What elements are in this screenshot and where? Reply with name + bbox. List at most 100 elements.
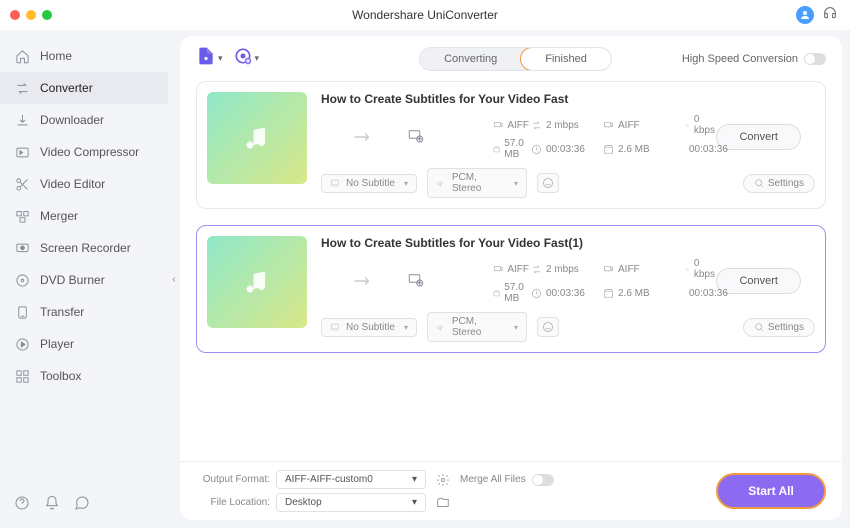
file-title: How to Create Subtitles for Your Video F… xyxy=(321,92,815,106)
sidebar-item-merger[interactable]: Merger xyxy=(0,200,168,232)
window-controls xyxy=(0,10,52,20)
src-size: 57.0 MB xyxy=(493,282,529,304)
settings-button[interactable]: Settings xyxy=(743,174,815,193)
bell-icon[interactable] xyxy=(44,495,60,516)
add-url-button[interactable]: ▾ xyxy=(233,46,260,71)
maximize-icon[interactable] xyxy=(42,10,52,20)
edit-output-icon[interactable] xyxy=(407,271,491,292)
tab-finished[interactable]: Finished xyxy=(520,47,612,71)
output-format-select[interactable]: AIFF-AIFF-custom0▾ xyxy=(276,470,426,489)
sidebar-item-downloader[interactable]: Downloader xyxy=(0,104,168,136)
file-card[interactable]: How to Create Subtitles for Your Video F… xyxy=(196,225,826,353)
sidebar-item-label: Toolbox xyxy=(40,369,81,383)
src-bitrate: 2 mbps xyxy=(531,264,601,275)
chevron-down-icon: ▾ xyxy=(514,179,518,188)
output-settings-icon[interactable] xyxy=(432,473,454,487)
dst-format: AIFF xyxy=(603,120,683,131)
chevron-down-icon: ▾ xyxy=(412,497,417,508)
home-icon xyxy=(14,48,30,64)
sidebar-item-transfer[interactable]: Transfer xyxy=(0,296,168,328)
sidebar-item-label: Downloader xyxy=(40,113,104,127)
grid-icon xyxy=(14,368,30,384)
sidebar-item-converter[interactable]: Converter xyxy=(0,72,168,104)
src-bitrate: 2 mbps xyxy=(531,120,601,131)
arrow-icon xyxy=(321,130,405,144)
effect-button[interactable] xyxy=(537,317,559,337)
dst-size: 2.6 MB xyxy=(603,144,683,155)
sidebar-item-recorder[interactable]: Screen Recorder xyxy=(0,232,168,264)
sidebar: Home Converter Downloader Video Compress… xyxy=(0,30,168,528)
chevron-down-icon: ▾ xyxy=(404,323,408,332)
dst-format: AIFF xyxy=(603,264,683,275)
output-format-label: Output Format: xyxy=(196,474,270,485)
download-icon xyxy=(14,112,30,128)
settings-button[interactable]: Settings xyxy=(743,318,815,337)
tab-converting[interactable]: Converting xyxy=(420,48,521,70)
help-icon[interactable] xyxy=(14,495,30,516)
high-speed-toggle[interactable] xyxy=(804,53,826,65)
file-location-label: File Location: xyxy=(196,497,270,508)
play-icon xyxy=(14,336,30,352)
sidebar-item-editor[interactable]: Video Editor xyxy=(0,168,168,200)
subtitle-select[interactable]: No Subtitle▾ xyxy=(321,174,417,193)
disc-icon xyxy=(14,272,30,288)
sidebar-item-player[interactable]: Player xyxy=(0,328,168,360)
dst-bitrate: 0 kbps xyxy=(685,258,715,280)
add-file-button[interactable]: ▾ xyxy=(196,46,223,71)
chevron-down-icon: ▾ xyxy=(514,323,518,332)
app-title: Wondershare UniConverter xyxy=(352,8,498,22)
support-icon[interactable] xyxy=(822,5,838,26)
collapse-sidebar-button[interactable]: ‹ xyxy=(168,30,180,528)
edit-output-icon[interactable] xyxy=(407,127,491,148)
arrow-icon xyxy=(321,274,405,288)
sidebar-item-label: DVD Burner xyxy=(40,273,105,287)
src-format: AIFF xyxy=(493,264,529,275)
sidebar-item-compressor[interactable]: Video Compressor xyxy=(0,136,168,168)
src-size: 57.0 MB xyxy=(493,138,529,160)
dst-duration: 00:03:36 xyxy=(685,288,715,299)
sidebar-item-label: Merger xyxy=(40,209,78,223)
music-icon xyxy=(243,124,271,152)
src-format: AIFF xyxy=(493,120,529,131)
minimize-icon[interactable] xyxy=(26,10,36,20)
convert-button[interactable]: Convert xyxy=(716,268,801,294)
audio-select[interactable]: PCM, Stereo▾ xyxy=(427,168,527,198)
sidebar-item-label: Home xyxy=(40,49,72,63)
compress-icon xyxy=(14,144,30,160)
convert-button[interactable]: Convert xyxy=(716,124,801,150)
subtitle-select[interactable]: No Subtitle▾ xyxy=(321,318,417,337)
footer: Output Format: AIFF-AIFF-custom0▾ Merge … xyxy=(180,461,842,520)
titlebar: Wondershare UniConverter xyxy=(0,0,850,30)
start-all-button[interactable]: Start All xyxy=(716,473,826,509)
thumbnail xyxy=(207,236,307,328)
merge-toggle[interactable] xyxy=(532,474,554,486)
status-segment: Converting Finished xyxy=(419,47,612,71)
record-icon xyxy=(14,240,30,256)
music-icon xyxy=(243,268,271,296)
chevron-down-icon: ▾ xyxy=(255,53,260,64)
merge-toggle-row: Merge All Files xyxy=(460,474,580,486)
feedback-icon[interactable] xyxy=(74,495,90,516)
close-icon[interactable] xyxy=(10,10,20,20)
open-folder-icon[interactable] xyxy=(432,496,454,510)
transfer-icon xyxy=(14,304,30,320)
audio-select[interactable]: PCM, Stereo▾ xyxy=(427,312,527,342)
chevron-down-icon: ▾ xyxy=(404,179,408,188)
sidebar-item-dvd[interactable]: DVD Burner xyxy=(0,264,168,296)
user-avatar-icon[interactable] xyxy=(796,6,814,24)
sidebar-item-label: Screen Recorder xyxy=(40,241,131,255)
sidebar-item-toolbox[interactable]: Toolbox xyxy=(0,360,168,392)
effect-button[interactable] xyxy=(537,173,559,193)
main-panel: ▾ ▾ Converting Finished High Speed Conve… xyxy=(180,36,842,520)
sidebar-item-label: Video Compressor xyxy=(40,145,139,159)
chevron-down-icon: ▾ xyxy=(412,474,417,485)
sidebar-item-home[interactable]: Home xyxy=(0,40,168,72)
file-card: How to Create Subtitles for Your Video F… xyxy=(196,81,826,209)
toolbar: ▾ ▾ Converting Finished High Speed Conve… xyxy=(180,36,842,81)
dst-size: 2.6 MB xyxy=(603,288,683,299)
file-location-select[interactable]: Desktop▾ xyxy=(276,493,426,512)
sidebar-item-label: Converter xyxy=(40,81,93,95)
converter-icon xyxy=(14,80,30,96)
file-title: How to Create Subtitles for Your Video F… xyxy=(321,236,815,250)
scissors-icon xyxy=(14,176,30,192)
